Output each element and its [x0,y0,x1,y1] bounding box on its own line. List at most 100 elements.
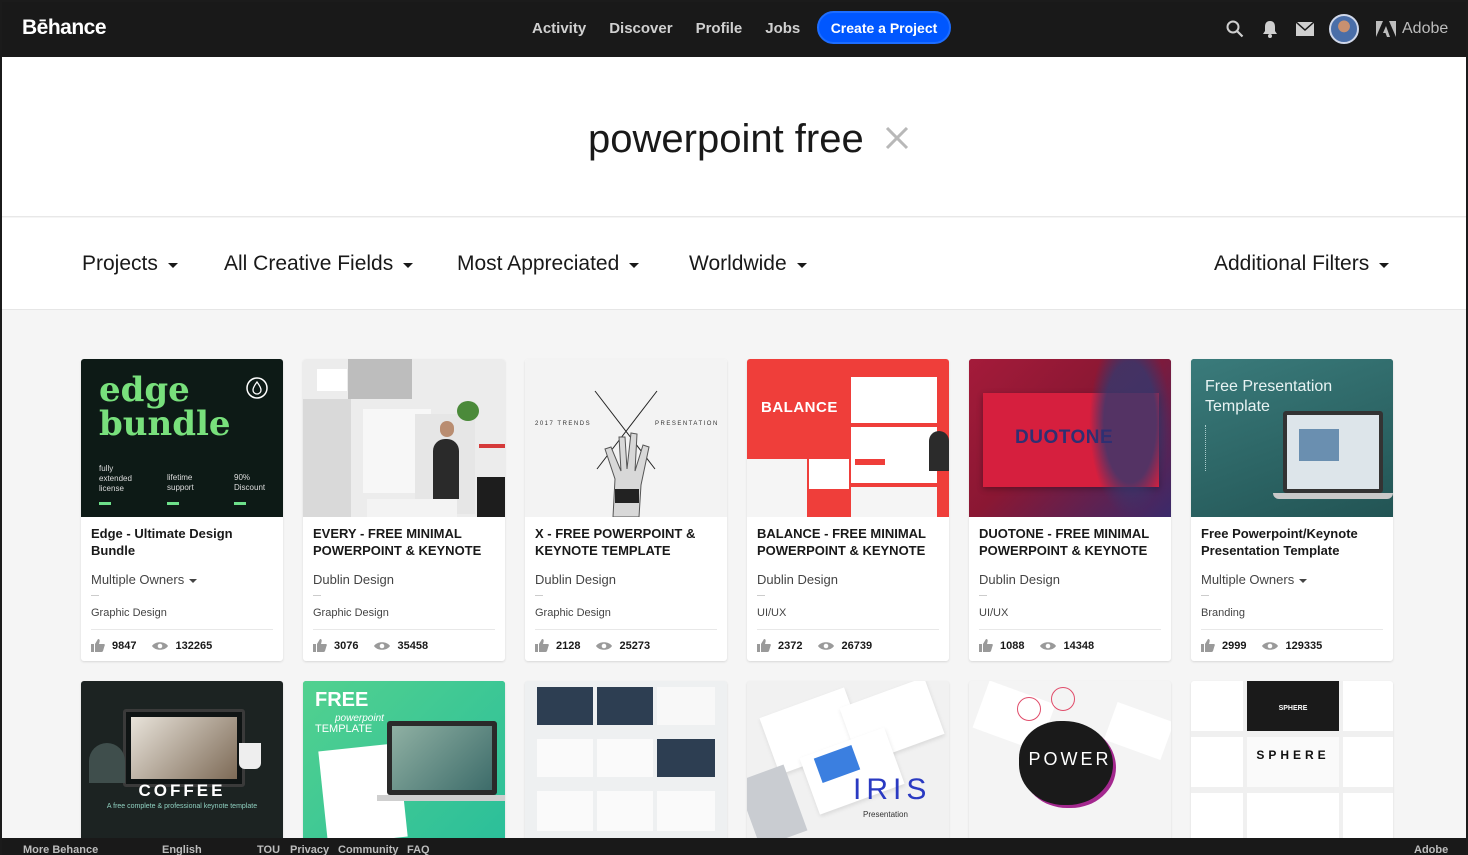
footer-link-faq[interactable]: FAQ [407,844,430,855]
project-thumbnail[interactable]: edge bundle fully extended license lifet… [81,359,283,517]
divider [979,629,1161,630]
card-field[interactable]: Graphic Design [91,607,167,619]
project-card[interactable]: IRIS Presentation [747,681,949,841]
filter-projects[interactable]: Projects [82,252,178,276]
card-field[interactable]: UI/UX [979,607,1008,619]
project-card[interactable]: edge bundle fully extended license lifet… [81,359,283,661]
project-thumbnail[interactable] [525,681,727,841]
project-thumbnail[interactable]: POWER [969,681,1171,841]
caret-down-icon [1379,263,1390,268]
owner-label: Dublin Design [535,572,616,587]
filter-label: Most Appreciated [457,252,620,275]
project-thumbnail[interactable]: BALANCE [747,359,949,517]
project-thumbnail[interactable]: Free Presentation Template [1191,359,1393,517]
card-title[interactable]: DUOTONE - FREE MINIMAL POWERPOINT & KEYN… [979,525,1164,559]
footer-link-community[interactable]: Community [338,844,399,855]
project-thumbnail[interactable]: DUOTONE [969,359,1171,517]
project-thumbnail[interactable]: COFFEE A free complete & professional ke… [81,681,283,841]
card-field[interactable]: UI/UX [757,607,786,619]
top-nav: Bēhance Activity Discover Profile Jobs C… [2,2,1466,57]
card-owner[interactable]: Multiple Owners [91,572,198,587]
caret-down-icon [403,263,414,268]
card-field[interactable]: Graphic Design [313,607,389,619]
card-owner[interactable]: Dublin Design [313,572,394,587]
filter-region[interactable]: Worldwide [689,252,807,276]
card-stats: 2999 129335 [1201,639,1322,652]
project-thumbnail[interactable]: SPHERE SPHERE [1191,681,1393,841]
language-select[interactable]: English [162,844,202,855]
project-card[interactable]: 2017 TRENDS PRESENTATION X - FREE POWERP… [525,359,727,661]
thumb-text: Presentation [863,810,908,819]
thumb-headline: SPHERE [1256,748,1330,762]
owner-label: Dublin Design [313,572,394,587]
project-card[interactable] [525,681,727,841]
card-title[interactable]: Free Powerpoint/Keynote Presentation Tem… [1201,525,1386,559]
create-project-button[interactable]: Create a Project [817,11,951,44]
caret-down-icon [189,579,198,583]
card-title[interactable]: EVERY - FREE MINIMAL POWERPOINT & KEYNOT… [313,525,498,559]
card-owner[interactable]: Dublin Design [535,572,616,587]
like-count: 1088 [1000,639,1025,652]
like-count: 3076 [334,639,359,652]
project-card[interactable]: BALANCE BALANCE - FREE MINIMAL POWERPOIN… [747,359,949,661]
project-card[interactable]: POWER [969,681,1171,841]
divider [535,629,717,630]
mail-icon[interactable] [1294,18,1316,40]
more-behance-link[interactable]: More Behance [23,844,98,855]
like-count: 9847 [112,639,137,652]
nav-activity[interactable]: Activity [532,20,586,37]
divider [757,595,765,596]
project-card[interactable]: FREE powerpoint TEMPLATE [303,681,505,841]
search-header: powerpoint free [2,57,1466,217]
divider [1201,629,1383,630]
card-title[interactable]: BALANCE - FREE MINIMAL POWERPOINT & KEYN… [757,525,942,559]
eye-icon [818,641,835,651]
thumb-headline: DUOTONE [1015,427,1114,448]
avatar[interactable] [1329,14,1359,44]
thumbs-up-icon [979,639,993,652]
card-title[interactable]: Edge - Ultimate Design Bundle [91,525,276,559]
like-count: 2999 [1222,639,1247,652]
eye-icon [152,641,169,651]
filter-creative-fields[interactable]: All Creative Fields [224,252,414,276]
card-title[interactable]: X - FREE POWERPOINT & KEYNOTE TEMPLATE [535,525,720,559]
search-icon[interactable] [1224,18,1246,40]
view-count: 25273 [619,639,651,652]
behance-logo[interactable]: Bēhance [22,16,107,40]
view-count: 26739 [841,639,873,652]
project-thumbnail[interactable] [303,359,505,517]
clear-search-icon[interactable] [882,123,912,153]
bell-icon[interactable] [1259,18,1281,40]
footer-link-privacy[interactable]: Privacy [290,844,329,855]
card-owner[interactable]: Multiple Owners [1201,572,1308,587]
project-card[interactable]: EVERY - FREE MINIMAL POWERPOINT & KEYNOT… [303,359,505,661]
filter-label: Worldwide [689,252,787,275]
nav-discover[interactable]: Discover [609,20,672,37]
owner-label: Multiple Owners [1201,572,1295,587]
divider [91,595,99,596]
project-card[interactable]: SPHERE SPHERE [1191,681,1393,841]
divider [313,595,321,596]
nav-jobs[interactable]: Jobs [765,20,800,37]
adobe-link[interactable]: Adobe [1376,20,1448,38]
card-field[interactable]: Branding [1201,607,1245,619]
project-thumbnail[interactable]: IRIS Presentation [747,681,949,841]
hand-graphic [594,390,658,517]
card-owner[interactable]: Dublin Design [979,572,1060,587]
footer-link-tou[interactable]: TOU [257,844,280,855]
eye-icon [1262,641,1279,651]
filter-sort[interactable]: Most Appreciated [457,252,640,276]
card-owner[interactable]: Dublin Design [757,572,838,587]
thumb-headline: POWER [1028,749,1112,769]
filter-additional[interactable]: Additional Filters [1214,252,1390,276]
footer-adobe[interactable]: Adobe [1414,844,1448,855]
card-field[interactable]: Graphic Design [535,607,611,619]
project-card[interactable]: DUOTONE DUOTONE - FREE MINIMAL POWERPOIN… [969,359,1171,661]
thumb-text: 90% Discount [234,473,266,492]
project-card[interactable]: COFFEE A free complete & professional ke… [81,681,283,841]
nav-profile[interactable]: Profile [696,20,743,37]
project-thumbnail[interactable]: 2017 TRENDS PRESENTATION [525,359,727,517]
project-card[interactable]: Free Presentation Template Free Powerpoi… [1191,359,1393,661]
project-thumbnail[interactable]: FREE powerpoint TEMPLATE [303,681,505,841]
search-query[interactable]: powerpoint free [588,117,864,162]
